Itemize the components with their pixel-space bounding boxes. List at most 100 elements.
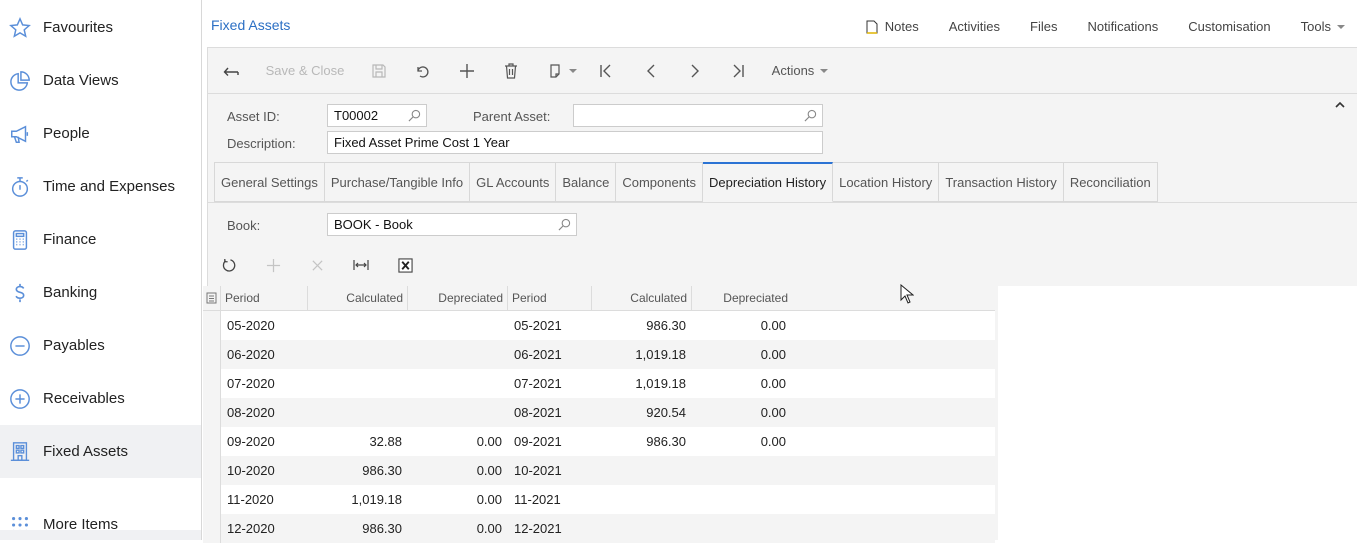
sidebar-item-people[interactable]: People [0,107,201,160]
row-selector-header[interactable] [203,286,221,310]
activities-link[interactable]: Activities [949,19,1000,34]
copy-paste-button[interactable] [542,48,582,93]
column-header-calculated[interactable]: Calculated [308,286,408,310]
tab-gl-accounts[interactable]: GL Accounts [470,162,557,202]
table-cell[interactable]: 11-2021 [508,485,592,514]
table-row[interactable]: 08-2020 08-2021 920.54 0.00 [203,398,995,427]
column-header-calculated-2[interactable]: Calculated [592,286,692,310]
table-cell[interactable] [592,456,692,485]
row-selector[interactable] [203,427,221,456]
column-header-depreciated-2[interactable]: Depreciated [692,286,792,310]
column-header-period-2[interactable]: Period [508,286,592,310]
table-row[interactable]: 10-2020 986.30 0.00 10-2021 [203,456,995,485]
undo-button[interactable] [410,48,436,93]
table-cell[interactable] [308,340,408,369]
table-cell[interactable]: 32.88 [308,427,408,456]
table-cell[interactable]: 986.30 [592,427,692,456]
notifications-link[interactable]: Notifications [1087,19,1158,34]
tab-location-history[interactable]: Location History [833,162,940,202]
delete-button[interactable] [498,48,524,93]
table-row[interactable]: 11-2020 1,019.18 0.00 11-2021 [203,485,995,514]
table-cell[interactable]: 05-2020 [221,311,308,340]
table-row[interactable]: 09-2020 32.88 0.00 09-2021 986.30 0.00 [203,427,995,456]
table-row[interactable]: 12-2020 986.30 0.00 12-2021 [203,514,995,543]
table-cell[interactable]: 1,019.18 [308,485,408,514]
table-row[interactable]: 07-2020 07-2021 1,019.18 0.00 [203,369,995,398]
actions-menu[interactable]: Actions [766,48,834,93]
table-cell[interactable]: 08-2020 [221,398,308,427]
table-row[interactable]: 05-2020 05-2021 986.30 0.00 [203,311,995,340]
table-cell[interactable]: 05-2021 [508,311,592,340]
table-cell[interactable]: 986.30 [592,311,692,340]
table-cell[interactable]: 0.00 [408,485,508,514]
tab-components[interactable]: Components [616,162,704,202]
previous-record-button[interactable] [638,48,664,93]
table-cell[interactable] [308,398,408,427]
table-cell[interactable] [408,369,508,398]
sidebar-item-more-items[interactable]: More Items [0,498,201,551]
delete-row-button[interactable] [307,255,327,275]
row-selector[interactable] [203,311,221,340]
tab-balance[interactable]: Balance [556,162,617,202]
table-cell[interactable]: 10-2020 [221,456,308,485]
table-cell[interactable] [408,340,508,369]
row-selector[interactable] [203,456,221,485]
row-selector[interactable] [203,398,221,427]
customisation-link[interactable]: Customisation [1188,19,1270,34]
sidebar-item-finance[interactable]: Finance [0,213,201,266]
first-record-button[interactable] [593,48,619,93]
tab-reconciliation[interactable]: Reconciliation [1063,162,1158,202]
parent-asset-field[interactable] [573,104,823,127]
sidebar-item-favourites[interactable]: Favourites [0,1,201,54]
export-excel-button[interactable] [395,255,415,275]
sidebar-item-receivables[interactable]: Receivables [0,372,201,425]
tab-general-settings[interactable]: General Settings [214,162,325,202]
last-record-button[interactable] [725,48,751,93]
add-button[interactable] [454,48,480,93]
sidebar-item-fixed-assets[interactable]: Fixed Assets [0,425,201,478]
row-selector[interactable] [203,340,221,369]
table-row[interactable]: 06-2020 06-2021 1,019.18 0.00 [203,340,995,369]
row-selector[interactable] [203,369,221,398]
tab-purchase-tangible-info[interactable]: Purchase/Tangible Info [324,162,471,202]
table-cell[interactable]: 1,019.18 [592,369,692,398]
table-cell[interactable] [308,369,408,398]
save-button[interactable] [366,48,392,93]
table-cell[interactable]: 09-2021 [508,427,592,456]
sidebar-item-banking[interactable]: Banking [0,266,201,319]
add-row-button[interactable] [263,255,283,275]
search-icon[interactable] [804,109,817,122]
table-cell[interactable] [408,398,508,427]
table-cell[interactable]: 920.54 [592,398,692,427]
save-close-button[interactable]: Save & Close [260,48,350,93]
table-cell[interactable] [592,514,692,543]
column-header-period[interactable]: Period [221,286,308,310]
asset-id-field[interactable]: T00002 [327,104,427,127]
table-cell[interactable] [592,485,692,514]
table-cell[interactable]: 0.00 [408,514,508,543]
table-cell[interactable]: 09-2020 [221,427,308,456]
table-cell[interactable]: 0.00 [692,427,792,456]
table-cell[interactable]: 0.00 [692,340,792,369]
table-cell[interactable]: 06-2021 [508,340,592,369]
search-icon[interactable] [558,218,571,231]
refresh-button[interactable] [219,255,239,275]
collapse-icon[interactable] [1333,98,1347,112]
table-cell[interactable]: 12-2020 [221,514,308,543]
table-cell[interactable]: 08-2021 [508,398,592,427]
table-cell[interactable]: 986.30 [308,456,408,485]
row-selector[interactable] [203,514,221,543]
table-cell[interactable] [308,311,408,340]
table-cell[interactable]: 0.00 [692,311,792,340]
table-cell[interactable]: 11-2020 [221,485,308,514]
table-cell[interactable]: 12-2021 [508,514,592,543]
back-button[interactable] [216,48,246,93]
files-link[interactable]: Files [1030,19,1057,34]
table-cell[interactable]: 0.00 [692,369,792,398]
table-cell[interactable]: 10-2021 [508,456,592,485]
description-field[interactable]: Fixed Asset Prime Cost 1 Year [327,131,823,154]
notes-link[interactable]: Notes [866,19,919,34]
table-cell[interactable]: 07-2021 [508,369,592,398]
table-cell[interactable]: 07-2020 [221,369,308,398]
table-cell[interactable] [408,311,508,340]
